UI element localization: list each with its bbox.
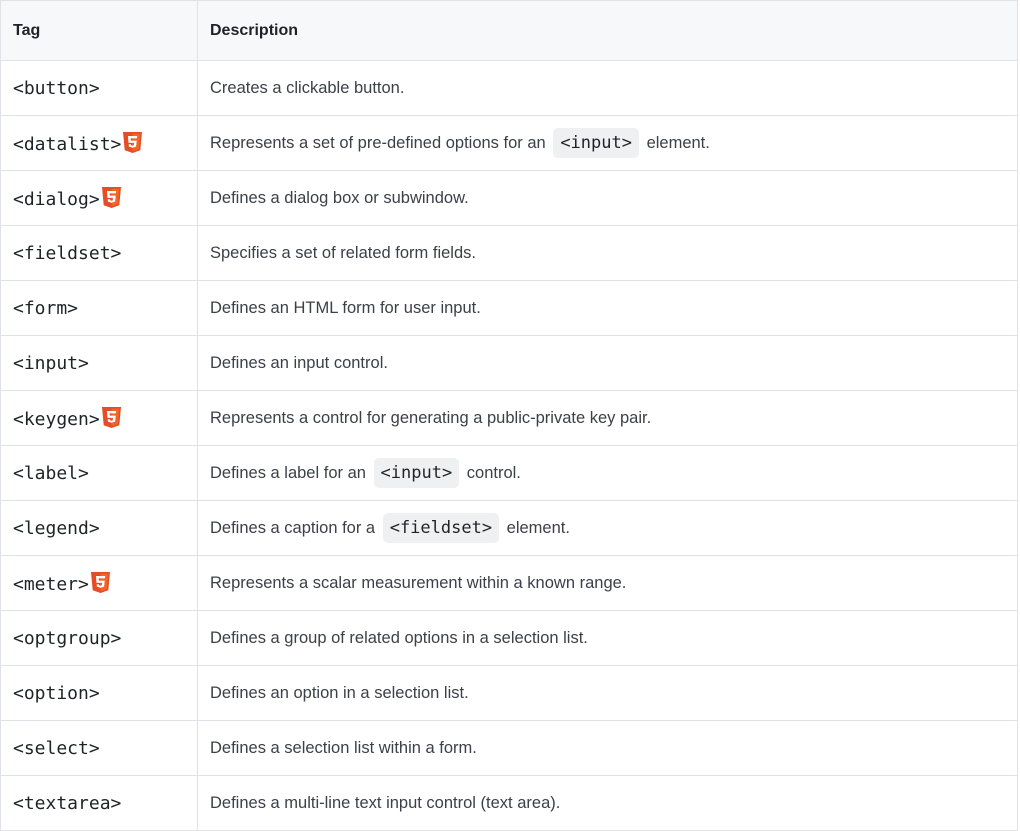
tag-cell: <textarea> xyxy=(0,775,198,831)
description-text: Defines a caption for a xyxy=(210,519,376,537)
tag-name: <option> xyxy=(13,682,100,704)
tag-cell: <label> xyxy=(0,445,198,501)
table-row: <legend> Defines a caption for a <fieldse… xyxy=(0,500,1018,556)
tag-name: <optgroup> xyxy=(13,627,122,649)
description-text: Defines a group of related options in a … xyxy=(210,628,588,647)
html5-badge-icon xyxy=(123,131,143,153)
inline-code: <input> xyxy=(373,458,460,488)
description-text-after: control. xyxy=(466,464,521,482)
description-text: Represents a set of pre-defined options … xyxy=(210,134,546,152)
tag-name: <meter> xyxy=(13,573,89,595)
table-row: <fieldset> Specifies a set of related for… xyxy=(0,225,1018,281)
description-text: Defines a multi-line text input control … xyxy=(210,793,561,812)
tag-cell: <input> xyxy=(0,335,198,391)
description-text: Defines an input control. xyxy=(210,353,388,372)
description-cell: Defines a dialog box or subwindow. xyxy=(197,170,1018,226)
tag-name: <keygen> xyxy=(13,408,100,430)
table-row: <datalist> Represents a set of pre-define… xyxy=(0,115,1018,171)
description-text-after: element. xyxy=(646,134,710,152)
tag-cell: <optgroup> xyxy=(0,610,198,666)
tag-column-header: Tag xyxy=(0,0,198,61)
html5-badge-icon xyxy=(101,406,121,428)
tag-name: <button> xyxy=(13,77,100,99)
tag-cell: <form> xyxy=(0,280,198,336)
description-text: Creates a clickable button. xyxy=(210,78,405,97)
description-cell: Defines a label for an <input> control. xyxy=(197,445,1018,501)
tag-name: <input> xyxy=(13,352,89,374)
table-header: Tag Description xyxy=(0,0,1018,61)
table-row: <meter> Represents a scalar measurement w… xyxy=(0,555,1018,611)
description-text: Defines an option in a selection list. xyxy=(210,683,469,702)
table-row: <select> Defines a selection list within … xyxy=(0,720,1018,776)
tag-cell: <fieldset> xyxy=(0,225,198,281)
table-row: <form> Defines an HTML form for user inpu… xyxy=(0,280,1018,336)
tag-cell: <meter> xyxy=(0,555,198,611)
tag-name: <label> xyxy=(13,462,89,484)
description-cell: Defines a group of related options in a … xyxy=(197,610,1018,666)
tag-name: <fieldset> xyxy=(13,242,122,264)
description-cell: Defines an option in a selection list. xyxy=(197,665,1018,721)
tag-cell: <button> xyxy=(0,60,198,116)
table-row: <button> Creates a clickable button. xyxy=(0,60,1018,116)
description-cell: Defines a multi-line text input control … xyxy=(197,775,1018,831)
description-cell: Defines an HTML form for user input. xyxy=(197,280,1018,336)
tag-name: <select> xyxy=(13,737,100,759)
description-cell: Defines a caption for a <fieldset> eleme… xyxy=(197,500,1018,556)
description-cell: Creates a clickable button. xyxy=(197,60,1018,116)
header-row: Tag Description xyxy=(0,0,1018,61)
description-text: Represents a scalar measurement within a… xyxy=(210,573,627,592)
description-cell: Represents a control for generating a pu… xyxy=(197,390,1018,446)
tag-cell: <option> xyxy=(0,665,198,721)
description-text: Defines a label for an xyxy=(210,464,366,482)
description-cell: Represents a set of pre-defined options … xyxy=(197,115,1018,171)
html5-badge-icon xyxy=(101,186,121,208)
table-body: <button> Creates a clickable button. <data… xyxy=(0,60,1018,831)
tag-cell: <select> xyxy=(0,720,198,776)
form-tags-table: Tag Description <button> Creates a clicka… xyxy=(0,0,1018,831)
tag-name: <textarea> xyxy=(13,792,122,814)
description-cell: Represents a scalar measurement within a… xyxy=(197,555,1018,611)
description-cell: Specifies a set of related form fields. xyxy=(197,225,1018,281)
table-row: <keygen> Represents a control for generat… xyxy=(0,390,1018,446)
tag-cell: <dialog> xyxy=(0,170,198,226)
table-row: <option> Defines an option in a selection… xyxy=(0,665,1018,721)
description-text-after: element. xyxy=(506,519,570,537)
description-cell: Defines an input control. xyxy=(197,335,1018,391)
tag-name: <legend> xyxy=(13,517,100,539)
description-text: Defines an HTML form for user input. xyxy=(210,298,481,317)
tag-cell: <keygen> xyxy=(0,390,198,446)
description-column-header: Description xyxy=(197,0,1018,61)
tag-name: <dialog> xyxy=(13,188,100,210)
inline-code: <input> xyxy=(553,128,639,158)
table-row: <input> Defines an input control. xyxy=(0,335,1018,391)
description-text: Represents a control for generating a pu… xyxy=(210,408,652,427)
description-text: Defines a dialog box or subwindow. xyxy=(210,188,469,207)
description-cell: Defines a selection list within a form. xyxy=(197,720,1018,776)
table-row: <textarea> Defines a multi-line text inpu… xyxy=(0,775,1018,831)
tag-cell: <datalist> xyxy=(0,115,198,171)
tag-cell: <legend> xyxy=(0,500,198,556)
html5-badge-icon xyxy=(90,571,110,593)
inline-code: <fieldset> xyxy=(382,513,500,543)
table-row: <optgroup> Defines a group of related opt… xyxy=(0,610,1018,666)
description-text: Specifies a set of related form fields. xyxy=(210,243,476,262)
description-text: Defines a selection list within a form. xyxy=(210,738,477,757)
table-row: <dialog> Defines a dialog box or subwindo… xyxy=(0,170,1018,226)
tag-name: <form> xyxy=(13,297,79,319)
tag-name: <datalist> xyxy=(13,133,122,155)
table-row: <label> Defines a label for an <input> co… xyxy=(0,445,1018,501)
